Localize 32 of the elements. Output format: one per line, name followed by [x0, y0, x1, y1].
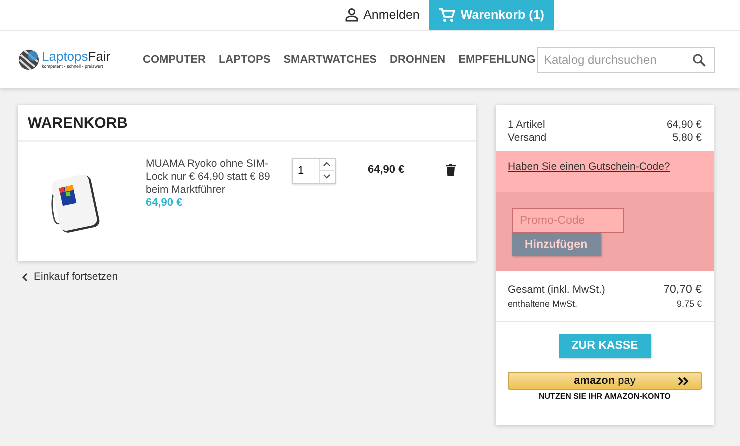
search-field[interactable]: Katalog durchsuchen	[537, 46, 715, 72]
quantity-field[interactable]: 1	[292, 158, 336, 184]
unit-price: 64,90 €	[146, 197, 184, 210]
product-name[interactable]: MUAMA Ryoko ohne SIM-Lock nur € 64,90 statt € 89 beim Marktführer	[146, 158, 286, 197]
total-value: 70,70 €	[664, 284, 702, 297]
cart-title: WARENKORB	[18, 105, 476, 142]
summary-label: 1 Artikel	[508, 119, 546, 132]
amazon-caption: NUTZEN SIE IHR AMAZON-KONTO	[539, 392, 671, 401]
logo-brand: LaptopsFair	[42, 50, 111, 64]
nav-link[interactable]: SMARTWATCHES	[284, 54, 378, 66]
summary-value: 64,90 €	[666, 119, 702, 132]
double-chevron-icon	[678, 377, 689, 386]
login-link[interactable]: Anmelden	[336, 0, 429, 30]
nav-link[interactable]: LAPTOPS	[218, 54, 271, 66]
user-icon	[344, 8, 359, 22]
nav-link[interactable]: EMPFEHLUNG	[458, 54, 536, 66]
total-label: Gesamt (inkl. MwSt.)	[508, 284, 606, 297]
chevron-left-icon	[22, 272, 28, 282]
search-icon[interactable]	[693, 54, 706, 66]
summary-value: 5,80 €	[672, 132, 702, 145]
tax-label: enthaltene MwSt.	[508, 298, 578, 311]
nav-link[interactable]: DROHNEN	[390, 54, 446, 66]
line-total: 64,90 €	[368, 164, 406, 176]
nav-link[interactable]: COMPUTER	[143, 54, 206, 66]
amazon-pay-button[interactable]: amazon pay	[508, 372, 702, 390]
voucher-link[interactable]: Haben Sie einen Gutschein-Code?	[508, 161, 670, 173]
trash-icon[interactable]	[446, 164, 456, 176]
cart-icon	[438, 8, 455, 22]
summary-label: Versand	[508, 132, 547, 145]
tax-value: 9,75 €	[676, 298, 702, 311]
continue-shopping-link[interactable]: Einkauf fortsetzen	[22, 271, 476, 283]
globe-logo-icon	[18, 48, 40, 70]
